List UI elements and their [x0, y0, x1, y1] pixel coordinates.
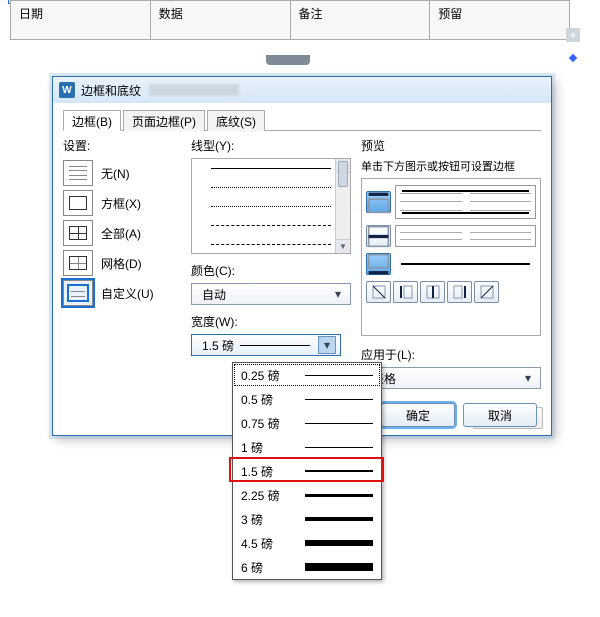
table-header: 日期 [11, 1, 151, 39]
width-option-line [305, 423, 373, 424]
tab-border[interactable]: 边框(B) [63, 110, 121, 131]
preview-label: 预览 [361, 137, 541, 154]
width-option-label: 1 磅 [241, 439, 297, 456]
tab-strip: 边框(B) 页面边框(P) 底纹(S) [63, 109, 541, 131]
background-table: 日期 数据 备注 预留 [10, 0, 570, 40]
setting-none-label: 无(N) [101, 165, 130, 182]
cancel-button[interactable]: 取消 [463, 403, 537, 427]
width-option[interactable]: 0.25 磅 [233, 363, 381, 387]
width-option-label: 0.5 磅 [241, 391, 297, 408]
scroll-thumb[interactable] [338, 161, 348, 187]
setting-box[interactable]: 方框(X) [63, 188, 181, 218]
width-option[interactable]: 1 磅 [233, 435, 381, 459]
setting-none[interactable]: 无(N) [63, 158, 181, 188]
width-option-label: 1.5 磅 [241, 463, 297, 480]
table-header: 数据 [151, 1, 291, 39]
table-header: 预留 [430, 1, 569, 39]
table-anchor [569, 54, 577, 62]
width-option-label: 2.25 磅 [241, 487, 297, 504]
setting-box-label: 方框(X) [101, 195, 141, 212]
width-option-label: 6 磅 [241, 559, 297, 576]
dialog-title: 边框和底纹 [81, 82, 141, 99]
preview-panel [361, 178, 541, 336]
border-top-button[interactable] [366, 191, 391, 213]
width-option[interactable]: 0.5 磅 [233, 387, 381, 411]
setting-grid[interactable]: 网格(D) [63, 248, 181, 278]
color-combo[interactable]: 自动 ▾ [191, 283, 351, 305]
border-bottom-button[interactable] [366, 253, 391, 275]
width-option-label: 0.75 磅 [241, 415, 297, 432]
chevron-down-icon: ▾ [520, 370, 536, 386]
width-combo[interactable]: 1.5 磅 ▾ [191, 334, 341, 356]
width-option-label: 3 磅 [241, 511, 297, 528]
chevron-down-icon: ▾ [318, 336, 336, 354]
scroll-down-icon[interactable]: ▼ [336, 239, 350, 253]
color-label: 颜色(C): [191, 262, 351, 279]
preview-sample-top[interactable] [395, 185, 536, 219]
tab-page-border[interactable]: 页面边框(P) [123, 110, 205, 131]
setting-all-label: 全部(A) [101, 225, 141, 242]
width-option-label: 0.25 磅 [241, 367, 297, 384]
setting-custom[interactable]: 自定义(U) [63, 278, 181, 308]
width-option-label: 4.5 磅 [241, 535, 297, 552]
width-preview-line [240, 345, 310, 346]
preview-sample-mid[interactable] [395, 225, 536, 247]
border-right-button[interactable] [447, 281, 472, 303]
width-option-line [305, 517, 373, 521]
setting-all[interactable]: 全部(A) [63, 218, 181, 248]
width-option[interactable]: 2.25 磅 [233, 483, 381, 507]
width-option-line [305, 447, 373, 448]
width-value: 1.5 磅 [202, 337, 234, 354]
width-dropdown[interactable]: 0.25 磅 0.5 磅 0.75 磅 1 磅 1.5 磅 2.25 磅 3 磅 4.5 磅 6… [232, 362, 382, 580]
width-option[interactable]: 0.75 磅 [233, 411, 381, 435]
width-option[interactable]: 4.5 磅 [233, 531, 381, 555]
table-tab-widget[interactable] [266, 55, 310, 65]
width-option[interactable]: 3 磅 [233, 507, 381, 531]
width-option-line [305, 399, 373, 400]
linestyle-scrollbar[interactable]: ▲ ▼ [335, 159, 350, 253]
app-icon: W [59, 82, 75, 98]
blurred-text [149, 84, 239, 96]
titlebar[interactable]: W 边框和底纹 [53, 77, 551, 103]
setting-custom-label: 自定义(U) [101, 285, 154, 302]
table-header: 备注 [291, 1, 431, 39]
border-vmid-button[interactable] [420, 281, 445, 303]
table-resize-handle[interactable]: + [566, 28, 580, 42]
diag-up-button[interactable] [474, 281, 499, 303]
setting-grid-label: 网格(D) [101, 255, 142, 272]
width-option-line [305, 494, 373, 497]
ok-button[interactable]: 确定 [381, 403, 455, 427]
preview-hint: 单击下方图示或按钮可设置边框 [361, 158, 541, 174]
apply-combo[interactable]: 表格 ▾ [361, 367, 541, 389]
tab-shading[interactable]: 底纹(S) [207, 110, 265, 131]
width-option-line [305, 375, 373, 376]
color-value: 自动 [202, 286, 226, 303]
border-left-button[interactable] [393, 281, 418, 303]
width-label: 宽度(W): [191, 313, 351, 330]
chevron-down-icon: ▾ [330, 286, 346, 302]
settings-label: 设置: [63, 137, 181, 154]
width-option[interactable]: 6 磅 [233, 555, 381, 579]
width-option-line [305, 540, 373, 546]
preview-sample-bottom[interactable] [395, 255, 536, 273]
width-option[interactable]: 1.5 磅 [233, 459, 381, 483]
diag-down-button[interactable] [366, 281, 391, 303]
apply-label: 应用于(L): [361, 346, 541, 363]
width-option-line [305, 470, 373, 472]
linestyle-list[interactable]: ▲ ▼ [191, 158, 351, 254]
border-hmid-button[interactable] [366, 225, 391, 247]
width-option-line [305, 563, 373, 571]
linestyle-label: 线型(Y): [191, 137, 351, 154]
